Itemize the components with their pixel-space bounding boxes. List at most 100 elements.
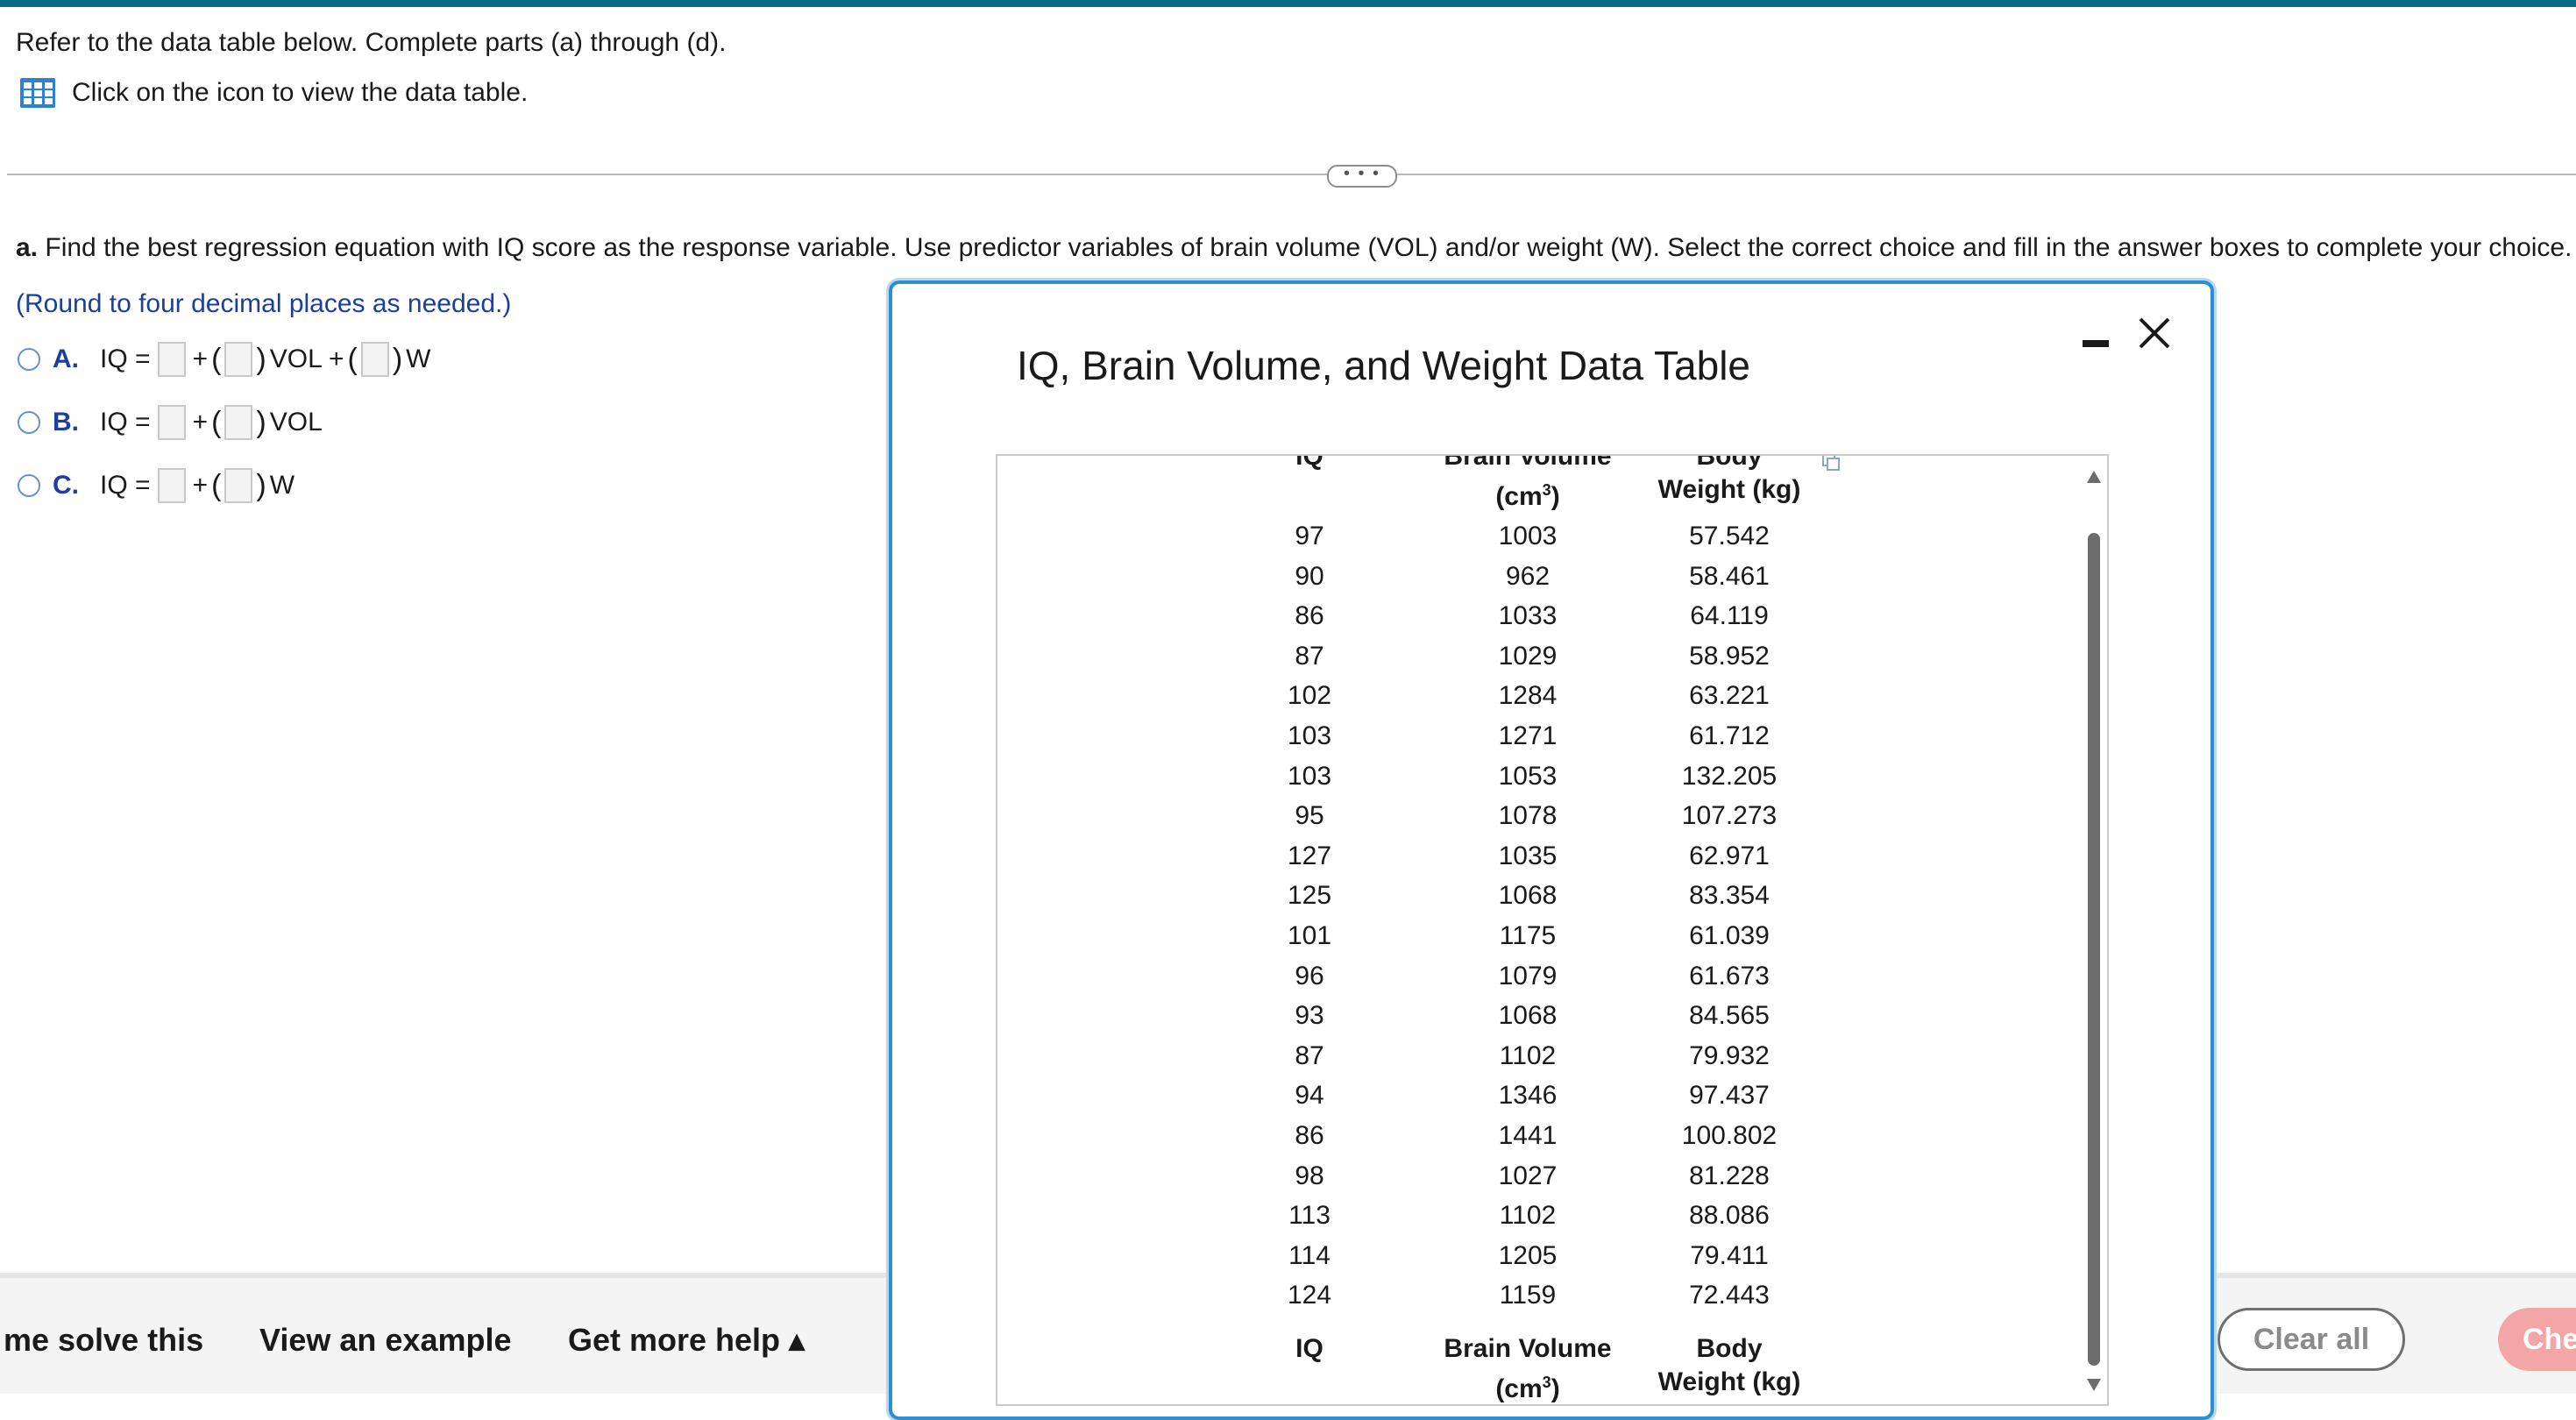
cell-vol: 1003 [1498, 522, 1558, 550]
scrollbar-thumb[interactable] [2088, 533, 2100, 1366]
expand-button[interactable]: • • • [1327, 165, 1397, 188]
cell-wt: 61.039 [1689, 921, 1770, 950]
data-table-frame[interactable]: IQ Brain Volume (cm3) Body Weight (kg) 9… [996, 454, 2109, 1406]
header-vol-partial-line1: Brain Volume [1444, 454, 1612, 471]
cell-wt: 61.673 [1689, 961, 1770, 990]
cell-vol: 1271 [1498, 721, 1558, 750]
choice-b[interactable]: B. IQ = + ( ) VOL [18, 405, 326, 440]
scrollbar[interactable] [2081, 456, 2107, 1404]
choice-b-lhs: IQ = [100, 408, 151, 437]
header-wt-partial-line1: Body [1696, 454, 1763, 471]
footer-vol-unit: (cm [1495, 1374, 1543, 1403]
choice-b-radio[interactable] [18, 411, 40, 434]
choice-b-intercept-box[interactable] [157, 405, 186, 440]
choice-c-lhs: IQ = [100, 471, 151, 500]
scroll-down-icon[interactable] [2086, 1378, 2102, 1392]
cell-iq: 97 [1295, 522, 1324, 550]
cell-vol: 1033 [1498, 601, 1558, 631]
cell-iq: 90 [1295, 561, 1324, 591]
cell-vol: 1053 [1498, 761, 1558, 791]
get-more-help-button[interactable]: Get more help ▴ [568, 1322, 805, 1359]
choice-c[interactable]: C. IQ = + ( ) W [18, 468, 298, 503]
cell-vol: 1078 [1498, 801, 1558, 831]
header-vol-partial: Brain Volume (cm3) [1418, 454, 1637, 514]
data-table-link-text[interactable]: Click on the icon to view the data table… [72, 78, 528, 108]
cell-wt: 132.205 [1681, 761, 1778, 791]
cell-iq: 93 [1295, 1001, 1324, 1031]
view-example-button[interactable]: View an example [259, 1322, 512, 1359]
cell-iq: 103 [1287, 721, 1332, 750]
choice-b-open-paren: ( [211, 405, 222, 439]
clear-all-button[interactable]: Clear all [2218, 1308, 2405, 1371]
choice-a-letter: A. [53, 344, 79, 373]
cell-iq: 113 [1288, 1201, 1331, 1231]
top-accent-bar [0, 0, 2576, 7]
choice-c-intercept-box[interactable] [157, 468, 186, 503]
header-wt-partial: Body Weight (kg) [1620, 454, 1839, 507]
close-icon[interactable] [2137, 316, 2172, 351]
cell-iq: 86 [1295, 601, 1324, 631]
cell-wt: 107.273 [1681, 801, 1778, 831]
footer-iq: IQ [1295, 1334, 1323, 1363]
cell-vol: 1027 [1498, 1161, 1558, 1190]
choice-a-vol-coef-box[interactable] [224, 342, 253, 377]
choice-a-plus: + [192, 344, 209, 373]
cell-iq: 103 [1287, 761, 1332, 791]
cell-wt: 79.932 [1689, 1040, 1770, 1070]
cell-vol: 1175 [1499, 921, 1557, 950]
cell-wt: 57.542 [1689, 522, 1770, 550]
section-divider [7, 174, 2576, 175]
cell-vol: 1205 [1498, 1240, 1558, 1270]
minimize-icon[interactable] [2083, 335, 2109, 354]
cell-wt: 72.443 [1689, 1281, 1770, 1310]
choice-a-intercept-box[interactable] [157, 342, 186, 377]
footer-wt: Body Weight (kg) [1620, 1332, 1839, 1399]
choice-a-term-1: VOL + [269, 344, 344, 373]
cell-vol: 1102 [1499, 1201, 1557, 1231]
cell-wt: 83.354 [1689, 881, 1770, 911]
cell-iq: 86 [1295, 1121, 1324, 1150]
scroll-up-icon[interactable] [2086, 470, 2102, 484]
choice-a-term-2: W [406, 344, 431, 373]
choice-b-term-1: VOL [269, 408, 323, 437]
choice-b-vol-coef-box[interactable] [224, 405, 253, 440]
cell-vol: 1068 [1498, 881, 1558, 911]
cell-wt: 88.086 [1689, 1201, 1770, 1231]
cell-wt: 100.802 [1681, 1121, 1778, 1150]
header-vol-partial-line2: (cm3) [1418, 473, 1637, 514]
footer-vol-close: ) [1551, 1374, 1560, 1403]
check-answer-button[interactable]: Che [2498, 1308, 2576, 1371]
choice-c-w-coef-box[interactable] [224, 468, 253, 503]
choice-a-close-paren: ) [256, 342, 266, 376]
round-note: (Round to four decimal places as needed.… [16, 289, 512, 318]
header-iq-partial: IQ [1295, 454, 1323, 471]
table-icon[interactable] [19, 77, 56, 109]
cell-iq: 102 [1287, 681, 1332, 711]
part-a-question-text: Find the best regression equation with I… [45, 233, 2572, 262]
choice-a[interactable]: A. IQ = + ( ) VOL + ( ) W [18, 342, 434, 377]
footer-vol-sup: 3 [1542, 1374, 1551, 1391]
choice-a-w-coef-box[interactable] [360, 342, 389, 377]
cell-iq: 125 [1287, 881, 1332, 911]
cell-iq: 114 [1288, 1240, 1331, 1270]
cell-vol: 1035 [1498, 841, 1558, 870]
cell-wt: 58.461 [1689, 561, 1770, 591]
cell-vol: 1159 [1499, 1281, 1557, 1310]
cell-wt: 64.119 [1690, 601, 1769, 631]
data-table-link[interactable]: Click on the icon to view the data table… [19, 77, 528, 109]
choice-b-letter: B. [53, 408, 79, 437]
cell-iq: 94 [1295, 1081, 1324, 1111]
help-me-solve-button[interactable]: me solve this [4, 1322, 203, 1359]
cell-wt: 84.565 [1689, 1001, 1770, 1031]
choice-b-plus: + [192, 408, 209, 437]
cell-iq: 127 [1287, 841, 1332, 870]
cell-wt: 63.221 [1689, 681, 1770, 711]
choice-a-lhs: IQ = [100, 344, 151, 373]
choice-c-radio[interactable] [18, 474, 40, 497]
choice-c-open-paren: ( [211, 468, 222, 502]
footer-vol: Brain Volume (cm3) [1418, 1332, 1637, 1404]
cell-iq: 96 [1295, 961, 1324, 990]
cell-iq: 98 [1295, 1161, 1324, 1190]
modal-title: IQ, Brain Volume, and Weight Data Table [1017, 343, 1751, 388]
choice-a-radio[interactable] [18, 348, 40, 371]
